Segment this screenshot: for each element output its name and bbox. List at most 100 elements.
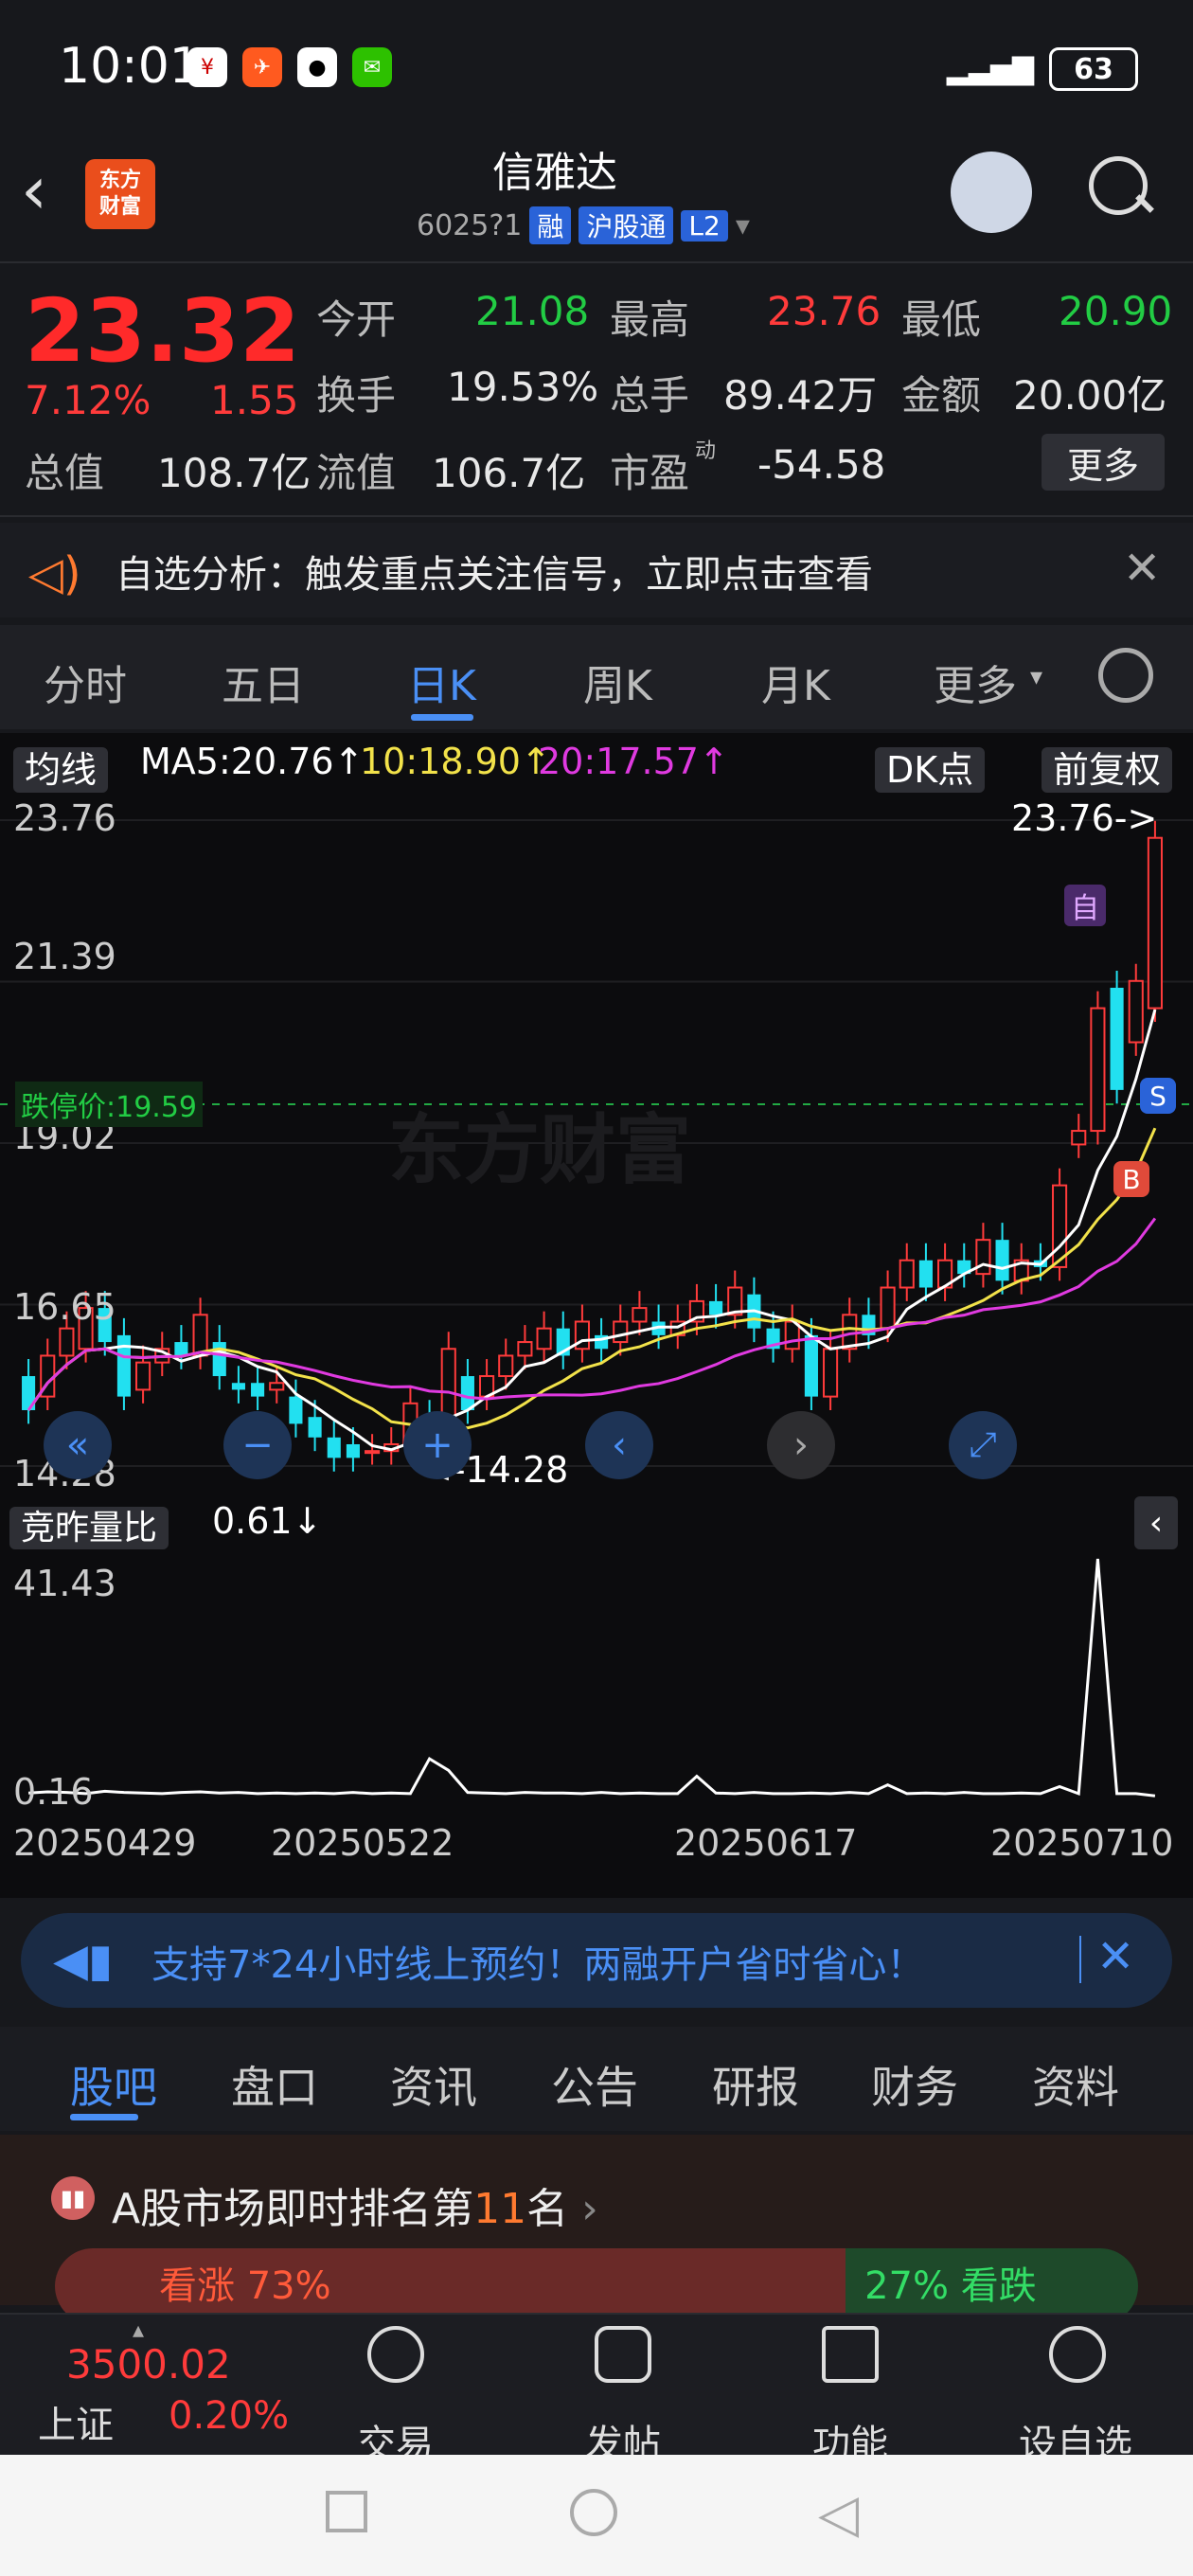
float-cap-value: 106.7亿: [432, 450, 586, 496]
high-value: 23.76: [767, 288, 881, 334]
back-icon[interactable]: ‹: [21, 152, 47, 229]
volume-ratio-value: 0.61↓: [212, 1500, 323, 1542]
gear-icon[interactable]: [1098, 648, 1153, 703]
float-cap-label: 流值: [316, 450, 397, 496]
app-notification-icon: ✈: [242, 47, 282, 87]
search-icon[interactable]: [1089, 156, 1148, 215]
tab-orderbook[interactable]: 盘口: [231, 2053, 318, 2116]
battery-icon: 63: [1049, 47, 1138, 91]
alert-text[interactable]: 自选分析：触发重点关注信号，立即点击查看: [116, 544, 873, 599]
candle: [192, 1314, 208, 1357]
level2-tag: L2: [681, 209, 728, 242]
buy-signal-badge[interactable]: B: [1113, 1161, 1149, 1197]
close-icon[interactable]: ✕: [1096, 1930, 1134, 1983]
candle: [460, 1376, 474, 1411]
robot-assistant-icon[interactable]: [951, 152, 1032, 233]
change-amount: 1.55: [210, 377, 299, 423]
amount-value: 20.00亿: [1013, 372, 1167, 419]
zoom-in-icon[interactable]: +: [403, 1411, 472, 1479]
stock-name[interactable]: 信雅达: [492, 138, 617, 199]
volume-indicator-button[interactable]: 竞昨量比: [9, 1507, 169, 1549]
more-button[interactable]: 更多: [1042, 434, 1165, 491]
ma-toggle[interactable]: 均线: [13, 741, 109, 793]
ranking-prefix: A股市场即时排名第: [112, 2185, 474, 2233]
tab-more[interactable]: 更多: [934, 652, 1017, 712]
y-tick: 16.65: [13, 1286, 116, 1328]
low-value: 20.90: [1059, 288, 1173, 334]
ranking-text[interactable]: A股市场即时排名第11名 ›: [112, 2174, 598, 2235]
index-change[interactable]: 0.20%: [169, 2394, 289, 2438]
tab-monthly-k[interactable]: 月K: [761, 652, 830, 712]
pe-label: 市盈: [610, 450, 690, 496]
self-select-badge[interactable]: 自: [1064, 885, 1106, 926]
speaker-icon: ◁): [28, 547, 81, 600]
tab-news[interactable]: 资讯: [390, 2053, 477, 2116]
candle: [709, 1300, 723, 1315]
tab-forum[interactable]: 股吧: [70, 2053, 157, 2116]
ma-button[interactable]: 均线: [13, 747, 109, 793]
chevron-up-icon[interactable]: ▴: [133, 2317, 144, 2343]
next-icon[interactable]: ›: [767, 1411, 835, 1479]
post-icon[interactable]: [595, 2326, 651, 2383]
chevron-down-icon: ▾: [1030, 663, 1043, 691]
tab-announcements[interactable]: 公告: [551, 2053, 638, 2116]
dk-button[interactable]: DK点: [875, 747, 986, 793]
tab-daily-k[interactable]: 日K: [407, 652, 476, 712]
recents-icon[interactable]: [326, 2491, 367, 2532]
volume-indicator-toggle[interactable]: 竞昨量比: [9, 1500, 169, 1549]
open-label: 今开: [316, 296, 397, 343]
candle: [135, 1361, 151, 1391]
change-percent: 7.12%: [25, 377, 151, 423]
status-right: ▂▃▅▇ 63: [947, 47, 1138, 91]
tab-intraday[interactable]: 分时: [44, 652, 127, 712]
candle: [1147, 836, 1163, 1010]
volume-y-top: 41.43: [13, 1563, 116, 1604]
current-price: 23.32: [25, 280, 301, 382]
volume-value: 89.42万: [723, 372, 878, 419]
stock-code-row[interactable]: 6025?1 融 沪股通 L2 ▾: [417, 206, 750, 244]
volume-ratio-chart: [27, 1558, 1156, 1798]
collapse-icon[interactable]: ‹: [1134, 1496, 1178, 1549]
app-logo[interactable]: 东方财富: [85, 159, 155, 229]
stock-code: 6025?1: [417, 208, 523, 242]
sell-signal-badge[interactable]: S: [1140, 1078, 1176, 1114]
ma20-value: 20:17.57↑: [538, 741, 729, 782]
close-icon[interactable]: ✕: [1123, 542, 1161, 595]
rank-chart-icon: ▮▮: [51, 2176, 95, 2220]
functions-icon[interactable]: [822, 2326, 879, 2383]
zoom-out-icon[interactable]: −: [223, 1411, 292, 1479]
status-time: 10:01: [59, 38, 201, 95]
home-icon[interactable]: [570, 2489, 617, 2536]
adjust-button[interactable]: 前复权: [1042, 747, 1173, 793]
candle: [289, 1396, 303, 1424]
ranking-suffix: 名: [526, 2185, 569, 2233]
candle: [823, 1348, 839, 1398]
nav-back-icon[interactable]: ◁: [818, 2483, 859, 2545]
margin-tag: 融: [529, 206, 572, 244]
limit-down-label: 跌停价:19.59: [15, 1082, 203, 1127]
tab-profile[interactable]: 资料: [1032, 2053, 1119, 2116]
tab-research[interactable]: 研报: [712, 2053, 799, 2116]
candle: [517, 1341, 533, 1357]
index-value[interactable]: 3500.02: [66, 2341, 231, 2388]
adjust-button-wrap[interactable]: 前复权: [1042, 741, 1173, 793]
volume-y-bottom: 0.16: [13, 1771, 94, 1813]
index-name[interactable]: 上证: [38, 2394, 114, 2449]
tab-active-indicator: [70, 2114, 138, 2120]
tab-five-day[interactable]: 五日: [222, 652, 305, 712]
signal-icon: ▂▃▅▇: [946, 52, 1034, 86]
pe-superscript: 动: [695, 439, 717, 463]
candle: [1128, 979, 1144, 1044]
promo-text[interactable]: 支持7*24小时线上预约！两融开户省时省心！: [151, 1934, 924, 1989]
trade-icon[interactable]: [367, 2326, 424, 2383]
max-price-marker: 23.76->: [1011, 797, 1158, 839]
prev-icon[interactable]: ‹: [585, 1411, 653, 1479]
tab-weekly-k[interactable]: 周K: [583, 652, 652, 712]
tab-financials[interactable]: 财务: [871, 2053, 958, 2116]
dk-button-wrap[interactable]: DK点: [875, 741, 986, 793]
connect-tag: 沪股通: [579, 206, 674, 244]
low-label: 最低: [901, 296, 982, 343]
set-watchlist-icon[interactable]: [1049, 2326, 1106, 2383]
fullscreen-icon[interactable]: ⤢: [949, 1411, 1017, 1479]
rewind-icon[interactable]: «: [44, 1411, 112, 1479]
